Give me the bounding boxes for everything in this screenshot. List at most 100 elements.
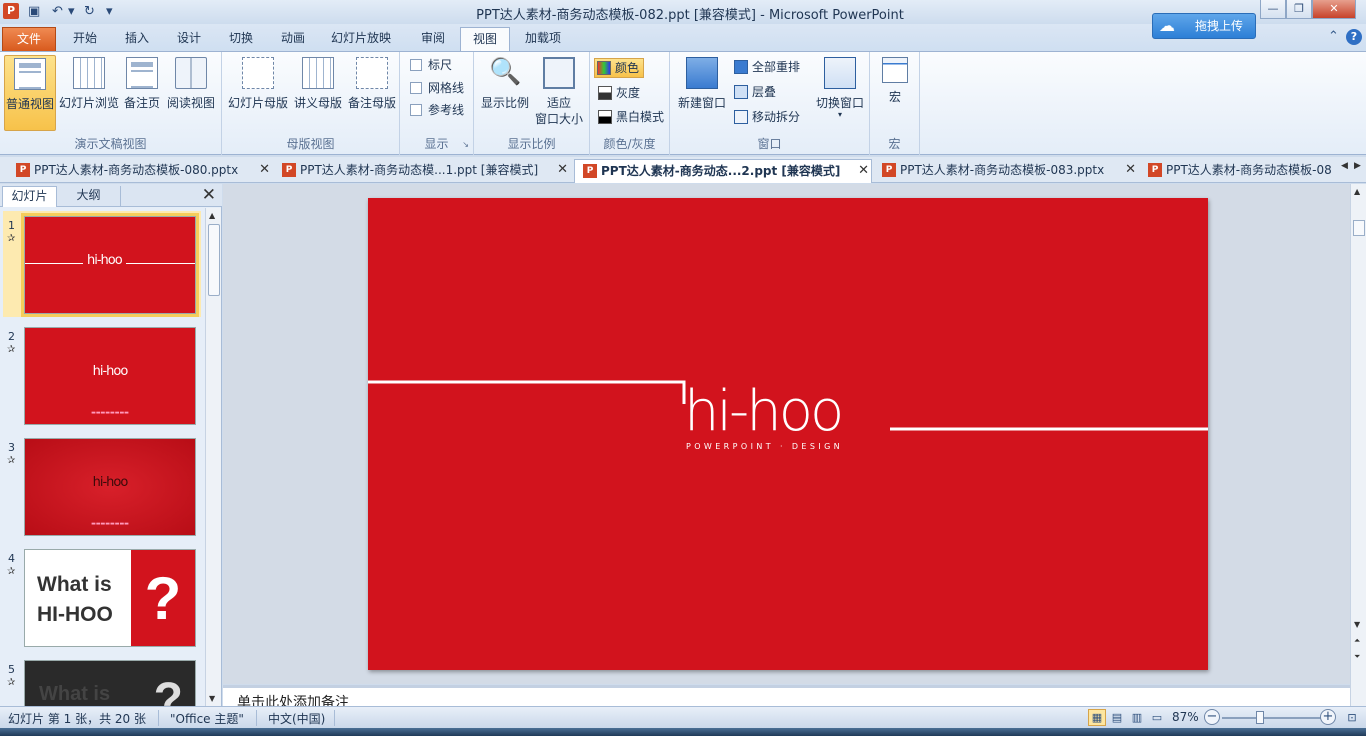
reading-view-button[interactable]: 阅读视图 — [164, 55, 218, 131]
slide-number: 4 — [8, 552, 15, 565]
restore-button[interactable]: ❐ — [1286, 0, 1312, 19]
grayscale-icon — [598, 86, 612, 100]
tab-slides[interactable]: 幻灯片 — [2, 186, 57, 207]
handout-master-button[interactable]: 讲义母版 — [292, 55, 344, 131]
customize-quick-access-icon[interactable]: ▾ — [106, 3, 113, 21]
tab-outline[interactable]: 大纲 — [57, 186, 121, 207]
dropdown-icon[interactable]: ▾ — [68, 3, 75, 21]
arrange-all-button[interactable]: 全部重排 — [732, 58, 804, 78]
thumb-logo: hi-hoo — [92, 475, 129, 490]
slide-master-button[interactable]: 幻灯片母版 — [226, 55, 290, 131]
doc-tab[interactable]: P PPT达人素材-商务动态模板-08 — [1140, 159, 1340, 183]
normal-view-status-icon[interactable]: ▦ — [1088, 709, 1106, 726]
tab-file[interactable]: 文件 — [2, 27, 56, 51]
zoom-level[interactable]: 87% — [1172, 710, 1199, 724]
scroll-down-icon[interactable]: ▼ — [209, 694, 215, 703]
current-slide[interactable]: hi-hoo POWERPOINT · DESIGN — [368, 198, 1208, 670]
arrange-all-label: 全部重排 — [752, 60, 801, 74]
color-button[interactable]: 颜色 — [594, 58, 645, 78]
zoom-slider-thumb[interactable] — [1256, 711, 1264, 724]
theme-status: "Office 主题" — [170, 712, 244, 726]
slide-thumbnail-1[interactable]: hi-hoo — [21, 213, 199, 317]
close-tab-icon[interactable]: ✕ — [259, 159, 270, 181]
scroll-down-icon[interactable]: ▼ — [1354, 620, 1360, 629]
doc-tab[interactable]: P PPT达人素材-商务动态模板-083.pptx ✕ — [874, 159, 1138, 183]
save-icon[interactable]: ▣ — [28, 3, 40, 21]
fit-slide-icon[interactable]: ⊡ — [1343, 709, 1361, 726]
cloud-upload-button[interactable]: ☁ 拖拽上传 — [1152, 13, 1256, 39]
cloud-icon: ☁ — [1159, 16, 1175, 35]
ruler-checkbox[interactable]: 标尺 — [410, 58, 452, 72]
grayscale-button[interactable]: 灰度 — [596, 84, 644, 104]
tab-view[interactable]: 视图 — [460, 27, 510, 52]
scrollbar-thumb[interactable] — [208, 224, 220, 296]
slideshow-status-icon[interactable]: ▭ — [1148, 709, 1166, 726]
scroll-up-icon[interactable]: ▲ — [1354, 187, 1360, 196]
scroll-tabs-left-icon[interactable]: ◀ — [1341, 161, 1348, 171]
doc-tab-active[interactable]: P PPT达人素材-商务动态...2.ppt [兼容模式] ✕ — [574, 159, 872, 183]
fit-to-window-button[interactable]: 适应 窗口大小 — [532, 55, 586, 131]
gridlines-checkbox[interactable]: 网格线 — [410, 81, 464, 95]
doc-tab[interactable]: P PPT达人素材-商务动态模...1.ppt [兼容模式] ✕ — [274, 159, 570, 183]
notes-pane[interactable]: 单击此处添加备注 — [223, 685, 1350, 706]
tab-addins[interactable]: 加载项 — [516, 27, 570, 51]
scroll-tabs-right-icon[interactable]: ▶ — [1354, 161, 1361, 171]
close-button[interactable]: ✕ — [1312, 0, 1356, 19]
doc-tab[interactable]: P PPT达人素材-商务动态模板-080.pptx ✕ — [8, 159, 272, 183]
slide-thumbnail-3[interactable]: hi-hoo ▬▬▬▬▬▬▬▬ — [24, 438, 196, 536]
normal-view-button[interactable]: 普通视图 — [4, 55, 56, 131]
zoom-in-icon[interactable]: + — [1320, 709, 1336, 725]
close-tab-icon[interactable]: ✕ — [1125, 159, 1136, 181]
next-slide-icon[interactable]: ⏷ — [1354, 652, 1360, 662]
dialog-launcher-icon[interactable]: ↘ — [462, 140, 469, 149]
slide-thumbnail-4[interactable]: What is HI-HOO ? — [24, 549, 196, 647]
collapse-ribbon-icon[interactable]: ⌃ — [1328, 29, 1339, 44]
slide-scrollbar[interactable]: ▲ ▼ ⏶ ⏷ — [1350, 184, 1366, 706]
redo-icon[interactable]: ↻ — [84, 3, 95, 21]
zoom-button[interactable]: 🔍 显示比例 — [478, 55, 532, 131]
slide-logo[interactable]: hi-hoo — [684, 382, 844, 442]
caption-decoration: ▬▬▬▬▬▬▬▬ — [91, 410, 129, 416]
zoom-slider[interactable] — [1222, 717, 1322, 719]
notes-placeholder[interactable]: 单击此处添加备注 — [237, 692, 349, 706]
black-white-button[interactable]: 黑白模式 — [596, 108, 668, 128]
guides-checkbox[interactable]: 参考线 — [410, 103, 464, 117]
language-status[interactable]: 中文(中国) — [268, 710, 325, 727]
tab-transitions[interactable]: 切换 — [218, 27, 264, 51]
slide-sorter-status-icon[interactable]: ▤ — [1108, 709, 1126, 726]
group-zoom: 🔍 显示比例 适应 窗口大小 显示比例 — [474, 52, 590, 155]
scrollbar-thumb[interactable] — [1353, 220, 1365, 236]
undo-icon[interactable]: ↶ — [52, 3, 63, 21]
tab-animations[interactable]: 动画 — [270, 27, 316, 51]
notes-master-button[interactable]: 备注母版 — [346, 55, 398, 131]
tab-review[interactable]: 审阅 — [408, 27, 458, 51]
help-icon[interactable]: ? — [1346, 29, 1362, 45]
zoom-out-icon[interactable]: − — [1204, 709, 1220, 725]
dropdown-arrow-icon: ▾ — [837, 110, 842, 119]
scroll-up-icon[interactable]: ▲ — [209, 211, 215, 220]
tab-slideshow[interactable]: 幻灯片放映 — [324, 27, 398, 51]
close-tab-icon[interactable]: ✕ — [557, 159, 568, 181]
reading-view-status-icon[interactable]: ▥ — [1128, 709, 1146, 726]
tab-design[interactable]: 设计 — [166, 27, 212, 51]
tab-home[interactable]: 开始 — [62, 27, 108, 51]
slide-thumbnail-2[interactable]: hi-hoo ▬▬▬▬▬▬▬▬ — [24, 327, 196, 425]
slide-subtitle[interactable]: POWERPOINT · DESIGN — [686, 442, 843, 451]
slide-sorter-button[interactable]: 幻灯片浏览 — [58, 55, 120, 131]
minimize-button[interactable]: — — [1260, 0, 1286, 19]
notes-page-button[interactable]: 备注页 — [122, 55, 162, 131]
slide-thumbnail-5[interactable]: What is ? — [24, 660, 196, 706]
previous-slide-icon[interactable]: ⏶ — [1354, 636, 1360, 646]
tab-insert[interactable]: 插入 — [114, 27, 160, 51]
handout-master-icon — [302, 57, 334, 89]
new-window-button[interactable]: 新建窗口 — [676, 55, 728, 131]
powerpoint-app-icon[interactable]: P — [3, 3, 19, 19]
switch-windows-button[interactable]: 切换窗口 ▾ — [812, 55, 868, 131]
close-tab-icon[interactable]: ✕ — [858, 160, 869, 182]
cascade-button[interactable]: 层叠 — [732, 83, 780, 103]
close-pane-icon[interactable]: ✕ — [202, 185, 216, 205]
move-split-button[interactable]: 移动拆分 — [732, 108, 804, 128]
macros-button[interactable]: 宏 — [878, 55, 912, 131]
group-label: 演示文稿视图 — [74, 137, 147, 151]
thumbnails-scrollbar[interactable]: ▲ ▼ — [205, 208, 221, 706]
